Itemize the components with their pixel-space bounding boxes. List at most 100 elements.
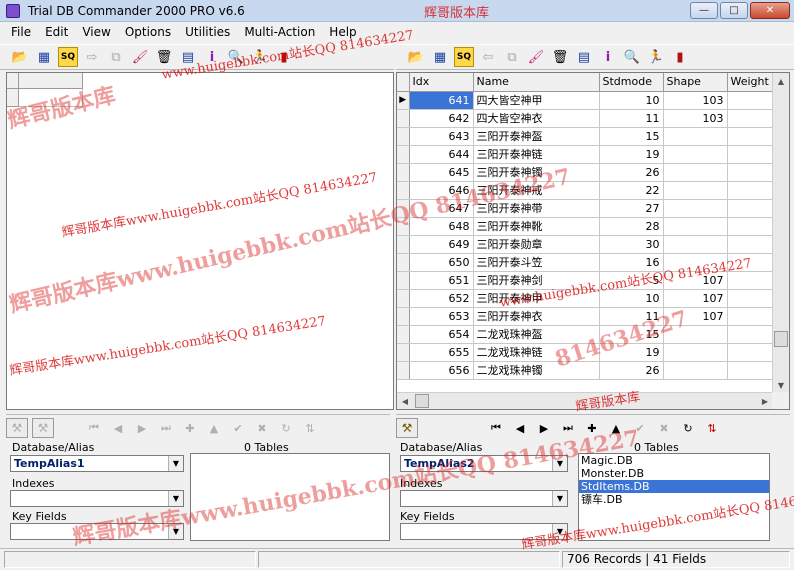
minimize-button[interactable]: —	[690, 2, 718, 19]
table-row[interactable]: 643 三阳开泰神盔 15	[397, 127, 774, 146]
last-record-icon[interactable]: ⏭	[156, 418, 176, 438]
cell-stdmode[interactable]: 26	[599, 361, 664, 380]
cell-idx[interactable]: 641	[409, 91, 474, 110]
cell-idx[interactable]: 648	[409, 217, 474, 236]
column-header-name[interactable]: Name	[473, 73, 600, 92]
cell-weight[interactable]	[727, 271, 774, 290]
cell-name[interactable]: 三阳开泰神衣	[473, 307, 600, 326]
column-header-weight[interactable]: Weight	[727, 73, 774, 92]
cell-stdmode[interactable]: 19	[599, 343, 664, 362]
cell-weight[interactable]	[727, 109, 774, 128]
sql-query-icon[interactable]: SQ	[58, 47, 78, 67]
column-header-stdmode[interactable]: Stdmode	[599, 73, 664, 92]
cell-stdmode[interactable]: 22	[599, 181, 664, 200]
first-record-icon[interactable]: ⏮	[486, 418, 506, 438]
cell-name[interactable]: 三阳开泰神戒	[473, 181, 600, 200]
sort-icon[interactable]: ⇅	[300, 418, 320, 438]
close-button[interactable]: ✕	[750, 2, 790, 19]
refresh-icon[interactable]: ↻	[276, 418, 296, 438]
scroll-down-icon[interactable]: ▼	[773, 377, 789, 393]
exit-door-icon[interactable]: ▮	[274, 47, 294, 67]
right-data-grid[interactable]: Idx Name Stdmode Shape Weight ▶ 641 四大皆空神甲…	[396, 72, 790, 410]
last-record-icon[interactable]: ⏭	[558, 418, 578, 438]
database-alias-select[interactable]: TempAlias2 ▼	[400, 455, 568, 472]
cell-stdmode[interactable]: 15	[599, 325, 664, 344]
run-man-icon[interactable]: 🏃	[646, 47, 666, 67]
cell-weight[interactable]	[727, 199, 774, 218]
cell-weight[interactable]	[727, 253, 774, 272]
index-icon[interactable]: ▤	[574, 47, 594, 67]
cell-shape[interactable]	[663, 127, 728, 146]
cell-idx[interactable]: 656	[409, 361, 474, 380]
tables-list[interactable]: Magic.DB Monster.DB StdItems.DB 镖车.DB	[578, 453, 770, 541]
cell-idx[interactable]: 655	[409, 343, 474, 362]
table-grid-icon[interactable]: ▦	[34, 47, 54, 67]
next-record-icon[interactable]: ▶	[534, 418, 554, 438]
cell-name[interactable]: 三阳开泰神带	[473, 199, 600, 218]
cell-idx[interactable]: 645	[409, 163, 474, 182]
table-row[interactable]: 652 三阳开泰神甲 10 107	[397, 289, 774, 308]
scroll-right-icon[interactable]: ▶	[757, 393, 773, 409]
copy-record-icon[interactable]: ⧉	[106, 47, 126, 67]
cell-stdmode[interactable]: 5	[599, 271, 664, 290]
brush-icon[interactable]: 🖌	[130, 47, 150, 67]
chevron-down-icon[interactable]: ▼	[168, 524, 183, 539]
cell-name[interactable]: 三阳开泰神盔	[473, 127, 600, 146]
table-row[interactable]: 653 三阳开泰神衣 11 107	[397, 307, 774, 326]
cell-stdmode[interactable]: 28	[599, 217, 664, 236]
info-icon[interactable]: i	[598, 47, 618, 67]
cell-weight[interactable]	[727, 145, 774, 164]
table-row[interactable]: 649 三阳开泰勋章 30	[397, 235, 774, 254]
empty-cell[interactable]	[19, 89, 83, 107]
cell-weight[interactable]	[727, 307, 774, 326]
trash-icon[interactable]: 🗑	[154, 47, 174, 67]
table-row[interactable]: 646 三阳开泰神戒 22	[397, 181, 774, 200]
refresh-icon[interactable]: ↻	[678, 418, 698, 438]
cell-idx[interactable]: 652	[409, 289, 474, 308]
tables-list[interactable]	[190, 453, 390, 541]
scroll-thumb[interactable]	[415, 394, 429, 408]
insert-record-icon[interactable]: ✚	[180, 418, 200, 438]
cell-shape[interactable]	[663, 181, 728, 200]
cell-weight[interactable]	[727, 127, 774, 146]
table-row[interactable]: 644 三阳开泰神链 19	[397, 145, 774, 164]
cell-stdmode[interactable]: 15	[599, 127, 664, 146]
cell-weight[interactable]	[727, 217, 774, 236]
cell-name[interactable]: 四大皆空神衣	[473, 109, 600, 128]
chevron-down-icon[interactable]: ▼	[168, 491, 183, 506]
delete-record-icon[interactable]: ▲	[606, 418, 626, 438]
list-item[interactable]: Monster.DB	[579, 467, 769, 480]
cell-idx[interactable]: 646	[409, 181, 474, 200]
scroll-left-icon[interactable]: ◀	[397, 393, 413, 409]
cell-weight[interactable]	[727, 163, 774, 182]
cell-weight[interactable]	[727, 181, 774, 200]
index-icon[interactable]: ▤	[178, 47, 198, 67]
menu-help[interactable]: Help	[322, 25, 363, 39]
table-row[interactable]: 645 三阳开泰神镯 26	[397, 163, 774, 182]
cell-weight[interactable]	[727, 343, 774, 362]
cell-shape[interactable]: 103	[663, 109, 728, 128]
cell-name[interactable]: 三阳开泰勋章	[473, 235, 600, 254]
cell-stdmode[interactable]: 19	[599, 145, 664, 164]
cell-shape[interactable]: 107	[663, 271, 728, 290]
indexes-select[interactable]: ▼	[10, 490, 184, 507]
cell-shape[interactable]	[663, 235, 728, 254]
cell-stdmode[interactable]: 10	[599, 91, 664, 110]
cancel-record-icon[interactable]: ✖	[654, 418, 674, 438]
prior-record-icon[interactable]: ◀	[510, 418, 530, 438]
menu-view[interactable]: View	[75, 25, 117, 39]
left-data-grid[interactable]	[6, 72, 394, 410]
cell-shape[interactable]	[663, 361, 728, 380]
cell-shape[interactable]	[663, 145, 728, 164]
cell-idx[interactable]: 642	[409, 109, 474, 128]
cell-shape[interactable]: 107	[663, 289, 728, 308]
table-row[interactable]: 654 二龙戏珠神盔 15	[397, 325, 774, 344]
prior-record-icon[interactable]: ◀	[108, 418, 128, 438]
delete-record-icon[interactable]: ▲	[204, 418, 224, 438]
insert-record-icon[interactable]: ✚	[582, 418, 602, 438]
table-row[interactable]: 648 三阳开泰神靴 28	[397, 217, 774, 236]
cell-name[interactable]: 二龙戏珠神镯	[473, 361, 600, 380]
post-record-icon[interactable]: ✔	[630, 418, 650, 438]
cell-stdmode[interactable]: 26	[599, 163, 664, 182]
key-fields-select[interactable]: ▼	[10, 523, 184, 540]
